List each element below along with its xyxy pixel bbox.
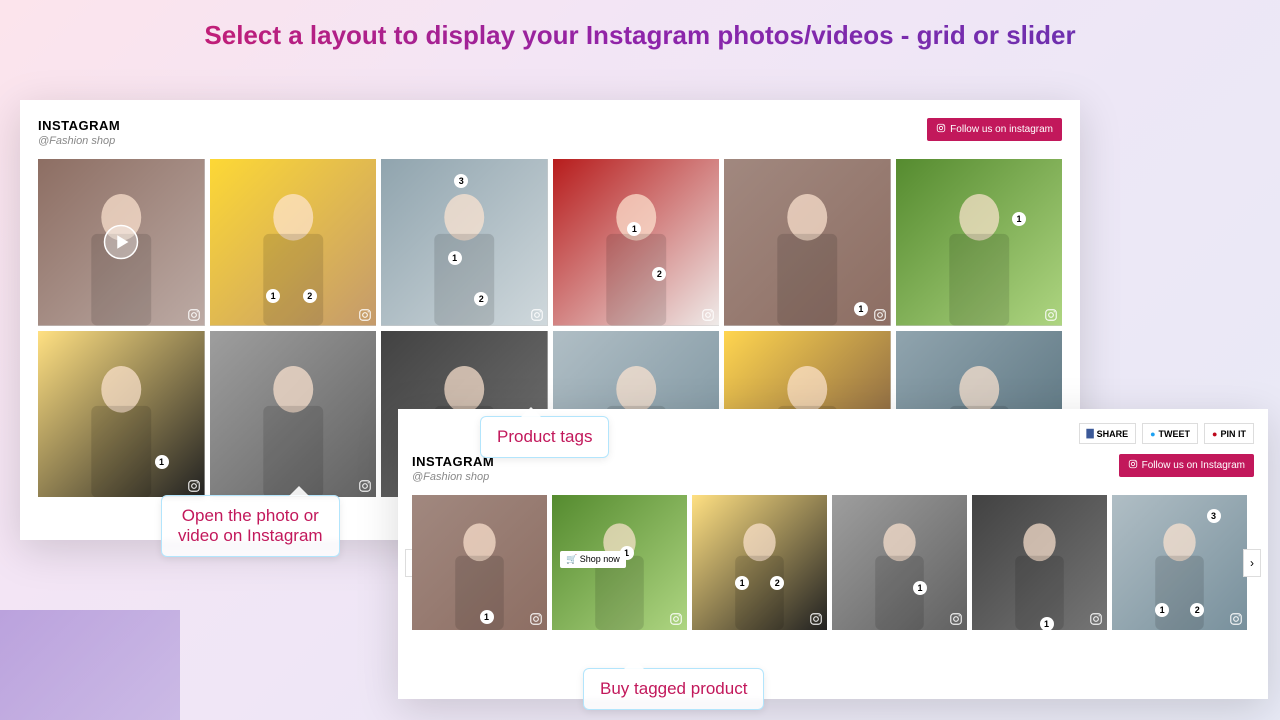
- slider-tile[interactable]: 1: [412, 495, 547, 630]
- slider-next-button[interactable]: ›: [1243, 549, 1261, 577]
- tweet-button[interactable]: ●TWEET: [1142, 423, 1198, 444]
- instagram-icon: [936, 123, 946, 136]
- pin-button[interactable]: ●PIN IT: [1204, 423, 1254, 444]
- slider-handle: @Fashion shop: [412, 471, 494, 483]
- slider-tile[interactable]: 1: [972, 495, 1107, 630]
- slider-tile[interactable]: 1🛒 Shop now: [552, 495, 687, 630]
- grid-tile[interactable]: 1: [724, 159, 891, 326]
- product-tag[interactable]: 1: [1040, 617, 1054, 631]
- follow-label: Follow us on Instagram: [1142, 460, 1245, 471]
- grid-tile[interactable]: 12: [553, 159, 720, 326]
- shop-now-tooltip[interactable]: 🛒 Shop now: [560, 551, 626, 568]
- grid-tile[interactable]: [210, 331, 377, 498]
- callout-buy-tagged: Buy tagged product: [583, 668, 764, 710]
- product-tag[interactable]: 1: [854, 302, 868, 316]
- grid-section-title: INSTAGRAM: [38, 118, 120, 133]
- slider-tile[interactable]: 1: [832, 495, 967, 630]
- follow-button-grid[interactable]: Follow us on instagram: [927, 118, 1062, 141]
- slider-tile[interactable]: 12: [692, 495, 827, 630]
- decorative-corner: [0, 610, 180, 720]
- product-tag[interactable]: 1: [480, 610, 494, 624]
- grid-tile[interactable]: 1: [38, 331, 205, 498]
- callout-product-tags: Product tags: [480, 416, 609, 458]
- follow-label: Follow us on instagram: [950, 124, 1053, 135]
- product-tag[interactable]: 1: [448, 251, 462, 265]
- callout-open-instagram: Open the photo orvideo on Instagram: [161, 495, 340, 557]
- instagram-slider: 11🛒 Shop now1211312: [412, 495, 1254, 630]
- slider-tile[interactable]: 312: [1112, 495, 1247, 630]
- product-tag[interactable]: 3: [1207, 509, 1221, 523]
- page-headline: Select a layout to display your Instagra…: [0, 0, 1280, 51]
- share-button[interactable]: ▇SHARE: [1079, 423, 1136, 444]
- product-tag[interactable]: 1: [266, 289, 280, 303]
- instagram-icon: [1128, 459, 1138, 472]
- grid-tile[interactable]: [38, 159, 205, 326]
- product-tag[interactable]: 2: [303, 289, 317, 303]
- grid-tile[interactable]: 312: [381, 159, 548, 326]
- follow-button-slider[interactable]: Follow us on Instagram: [1119, 454, 1254, 477]
- grid-handle: @Fashion shop: [38, 135, 120, 147]
- grid-tile[interactable]: 1: [896, 159, 1063, 326]
- grid-tile[interactable]: 12: [210, 159, 377, 326]
- product-tag[interactable]: 1: [155, 455, 169, 469]
